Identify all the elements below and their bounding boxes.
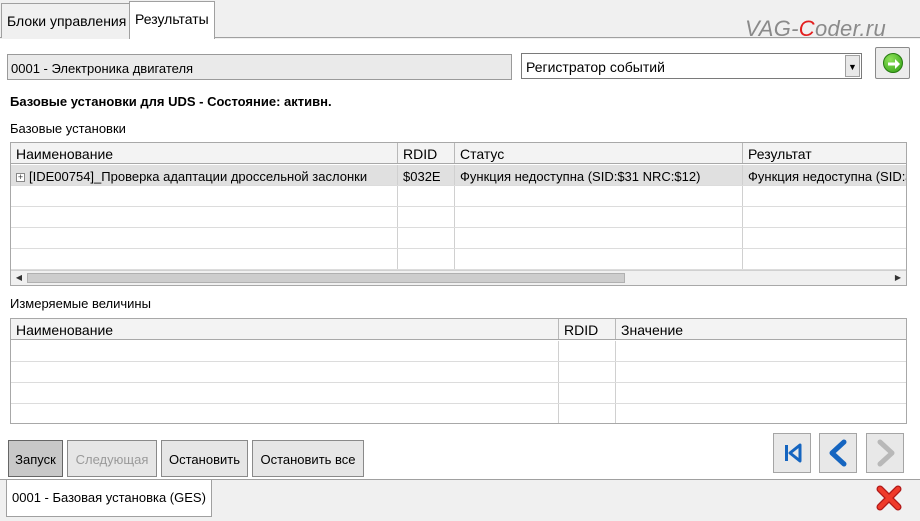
tab-control-units[interactable]: Блоки управления — [1, 3, 133, 38]
function-select-value: Регистратор событий — [526, 59, 665, 75]
column-header-name[interactable]: Наименование — [11, 319, 559, 339]
green-arrow-right-icon — [883, 53, 903, 73]
next-button[interactable]: Следующая — [67, 440, 157, 477]
table-row-empty — [11, 249, 906, 270]
tab-results[interactable]: Результаты — [129, 1, 215, 39]
column-header-value[interactable]: Значение — [616, 319, 906, 339]
skip-first-icon — [785, 443, 802, 463]
close-icon[interactable] — [876, 485, 902, 511]
expand-icon[interactable]: + — [16, 173, 25, 182]
column-header-name[interactable]: Наименование — [11, 143, 398, 163]
dropdown-arrow-icon[interactable]: ▼ — [845, 55, 860, 77]
column-header-rdid[interactable]: RDID — [398, 143, 455, 163]
basic-settings-table[interactable]: Наименование RDID Статус Результат + [IDE… — [10, 142, 907, 286]
go-button[interactable] — [875, 47, 910, 79]
table-row-empty — [11, 362, 906, 383]
cell-status: Функция недоступна (SID:$31 NRC:$12) — [455, 165, 743, 185]
results-panel: 0001 - Электроника двигателя Регистратор… — [0, 39, 920, 479]
table-row-empty — [11, 228, 906, 249]
forward-icon — [877, 439, 895, 467]
scrollbar-thumb[interactable] — [27, 273, 625, 283]
basic-settings-label: Базовые установки — [10, 121, 126, 136]
status-title: Базовые установки для UDS - Состояние: а… — [10, 94, 332, 109]
column-header-status[interactable]: Статус — [455, 143, 743, 163]
cell-rdid: $032E — [398, 165, 455, 185]
table-header: Наименование RDID Статус Результат — [11, 143, 906, 164]
start-button[interactable]: Запуск — [8, 440, 63, 477]
scroll-left-icon[interactable]: ◀ — [12, 272, 26, 284]
forward-button[interactable] — [866, 433, 904, 473]
back-icon — [829, 439, 847, 467]
top-tab-strip: Блоки управления Результаты VAG-Coder.ru — [0, 0, 920, 41]
bottom-tab-bar: 0001 - Базовая установка (GES) — [0, 479, 920, 521]
column-header-result[interactable]: Результат — [743, 143, 906, 163]
module-field: 0001 - Электроника двигателя — [7, 54, 512, 80]
horizontal-scrollbar[interactable]: ◀ ▶ — [11, 270, 906, 285]
table-header: Наименование RDID Значение — [11, 319, 906, 340]
stop-all-button[interactable]: Остановить все — [252, 440, 364, 477]
tab-basic-setting[interactable]: 0001 - Базовая установка (GES) — [6, 480, 212, 517]
cell-name: + [IDE00754]_Проверка адаптации дроссельн… — [11, 165, 398, 185]
scroll-right-icon[interactable]: ▶ — [891, 272, 905, 284]
cell-result: Функция недоступна (SID:$31 NRC:$12) — [748, 169, 906, 184]
table-row-empty — [11, 404, 906, 423]
table-row-empty — [11, 383, 906, 404]
table-row-empty — [11, 207, 906, 228]
back-button[interactable] — [819, 433, 857, 473]
first-button[interactable] — [773, 433, 811, 473]
measured-values-table[interactable]: Наименование RDID Значение — [10, 318, 907, 424]
column-header-rdid[interactable]: RDID — [559, 319, 616, 339]
function-select[interactable]: Регистратор событий ▼ — [521, 53, 862, 79]
table-row[interactable]: + [IDE00754]_Проверка адаптации дроссельн… — [11, 165, 906, 186]
measured-values-label: Измеряемые величины — [10, 296, 151, 311]
table-row-empty — [11, 341, 906, 362]
stop-button[interactable]: Остановить — [161, 440, 248, 477]
table-row-empty — [11, 186, 906, 207]
